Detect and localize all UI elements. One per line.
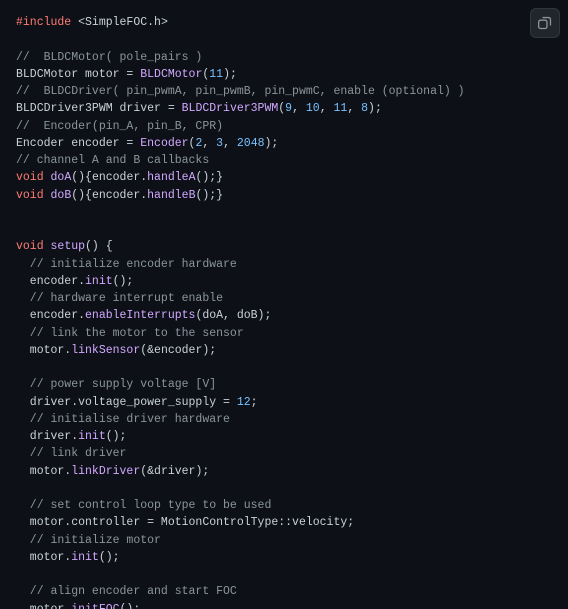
token: 11 [209, 68, 223, 81]
token: Encoder encoder = [16, 137, 140, 150]
comment: // initialize motor [16, 534, 161, 547]
token: doB [51, 189, 72, 202]
token: (&driver); [140, 465, 209, 478]
copy-button[interactable] [530, 8, 560, 38]
token: motor. [16, 465, 71, 478]
token: (){encoder. [71, 171, 147, 184]
comment: // align encoder and start FOC [16, 585, 237, 598]
token: 11 [334, 102, 348, 115]
comment: // BLDCDriver( pin_pwmA, pin_pwmB, pin_p… [16, 85, 465, 98]
token: (doA, doB); [195, 309, 271, 322]
token: driver.voltage_power_supply = [16, 396, 237, 409]
token: handleB [147, 189, 195, 202]
token: init [71, 551, 99, 564]
token: (); [120, 603, 141, 609]
token: ();} [195, 171, 223, 184]
token: driver. [16, 430, 78, 443]
token: doA [51, 171, 72, 184]
token: void [16, 171, 44, 184]
token: #include [16, 16, 71, 29]
token: motor.controller = MotionControlType::ve… [16, 516, 354, 529]
token: init [78, 430, 106, 443]
token: (&encoder); [140, 344, 216, 357]
comment: // Encoder(pin_A, pin_B, CPR) [16, 120, 223, 133]
token: (); [99, 551, 120, 564]
token: 2048 [237, 137, 265, 150]
token: void [16, 240, 44, 253]
comment: // BLDCMotor( pole_pairs ) [16, 51, 202, 64]
token: Encoder [140, 137, 188, 150]
token: motor. [16, 344, 71, 357]
token: (); [113, 275, 134, 288]
comment: // channel A and B callbacks [16, 154, 209, 167]
token: setup [51, 240, 86, 253]
token: 8 [361, 102, 368, 115]
comment: // link the motor to the sensor [16, 327, 244, 340]
code-block: #include <SimpleFOC.h> // BLDCMotor( pol… [0, 0, 568, 609]
token: linkDriver [71, 465, 140, 478]
comment: // power supply voltage [V] [16, 378, 216, 391]
comment: // set control loop type to be used [16, 499, 271, 512]
token: linkSensor [71, 344, 140, 357]
token: <SimpleFOC.h> [78, 16, 168, 29]
token: BLDCDriver3PWM [182, 102, 279, 115]
token: enableInterrupts [85, 309, 195, 322]
token: () { [85, 240, 113, 253]
comment: // hardware interrupt enable [16, 292, 223, 305]
comment: // initialize encoder hardware [16, 258, 237, 271]
token: motor. [16, 551, 71, 564]
token: ; [251, 396, 258, 409]
token: BLDCMotor motor = [16, 68, 140, 81]
comment: // initialise driver hardware [16, 413, 230, 426]
token: encoder. [16, 309, 85, 322]
token: 10 [306, 102, 320, 115]
token: ();} [195, 189, 223, 202]
token: handleA [147, 171, 195, 184]
token: (); [106, 430, 127, 443]
token: void [16, 189, 44, 202]
copy-icon [538, 16, 552, 30]
token: initFOC [71, 603, 119, 609]
token: init [85, 275, 113, 288]
token: motor. [16, 603, 71, 609]
token: (){encoder. [71, 189, 147, 202]
code-content: #include <SimpleFOC.h> // BLDCMotor( pol… [16, 14, 552, 609]
token: encoder. [16, 275, 85, 288]
token: 12 [237, 396, 251, 409]
token: BLDCMotor [140, 68, 202, 81]
comment: // link driver [16, 447, 126, 460]
token: BLDCDriver3PWM driver = [16, 102, 182, 115]
